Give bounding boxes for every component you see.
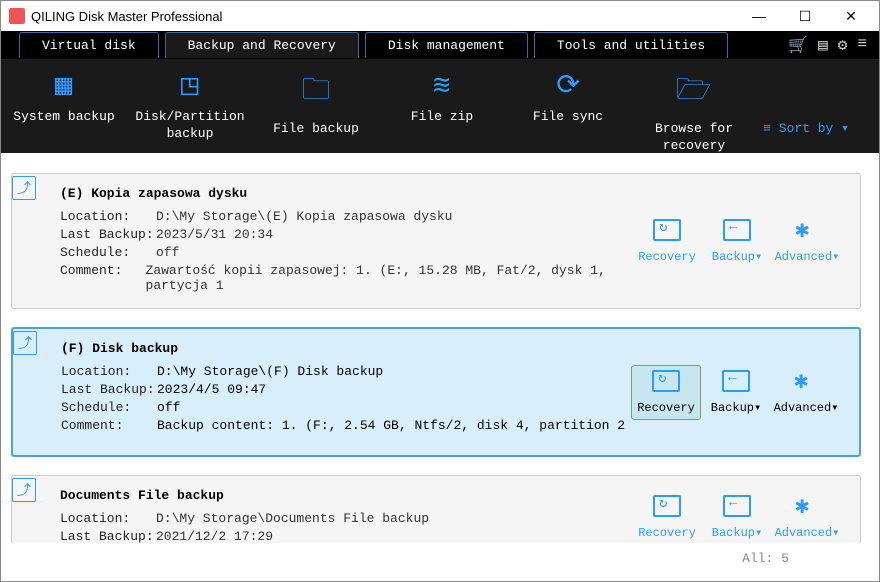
backup-button[interactable]: Backup▾	[702, 219, 772, 264]
advanced-icon	[793, 219, 821, 241]
titlebar: QILING Disk Master Professional — ☐ ✕	[1, 1, 879, 31]
backup-icon	[723, 219, 751, 241]
file-sync-icon: ⟳	[556, 69, 580, 103]
recovery-icon	[653, 219, 681, 241]
recovery-button[interactable]: Recovery	[631, 365, 701, 420]
minimize-button[interactable]: —	[745, 8, 773, 25]
recovery-icon	[653, 495, 681, 517]
toolbar: ▦System backup ◳Disk/Partition backup 🗀F…	[1, 59, 879, 153]
tool-file-zip[interactable]: ≋File zip	[379, 73, 505, 126]
tab-virtual-disk[interactable]: Virtual disk	[19, 32, 159, 58]
gear-icon[interactable]: ⚙	[838, 35, 848, 55]
backup-card[interactable]: ⤴ (F) Disk backup Location:D:\My Storage…	[11, 327, 861, 457]
card-title: Documents File backup	[60, 488, 632, 503]
tool-browse-recovery[interactable]: 🗁Browse for recovery	[631, 73, 757, 155]
status-all-label: All:	[742, 551, 773, 566]
statusbar: All: 5	[1, 543, 879, 573]
backup-list[interactable]: ⤴ (E) Kopia zapasowa dysku Location:D:\M…	[1, 153, 879, 543]
disk-partition-icon: ◳	[181, 69, 198, 103]
advanced-button[interactable]: Advanced▾	[772, 495, 842, 540]
window-controls: — ☐ ✕	[745, 8, 871, 25]
list-icon[interactable]: ▤	[818, 35, 828, 55]
file-backup-icon: 🗀	[302, 67, 331, 116]
maximize-button[interactable]: ☐	[791, 8, 819, 25]
advanced-icon	[792, 370, 820, 392]
tab-tools-utilities[interactable]: Tools and utilities	[534, 32, 728, 58]
tool-system-backup[interactable]: ▦System backup	[1, 73, 127, 126]
close-button[interactable]: ✕	[837, 8, 865, 25]
backup-button[interactable]: Backup▾	[702, 495, 772, 540]
cart-icon[interactable]: 🛒	[788, 35, 808, 55]
advanced-button[interactable]: Advanced▾	[771, 370, 841, 415]
backup-icon	[723, 495, 751, 517]
tool-file-sync[interactable]: ⟳File sync	[505, 73, 631, 126]
card-actions: Recovery Backup▾ Advanced▾	[631, 341, 841, 443]
card-title: (E) Kopia zapasowa dysku	[60, 186, 632, 201]
status-all-count: 5	[781, 551, 789, 566]
tab-backup-recovery[interactable]: Backup and Recovery	[165, 32, 359, 58]
window-title: QILING Disk Master Professional	[31, 9, 222, 24]
menu-icon[interactable]: ≡	[857, 35, 867, 55]
tabbar-right-controls: 🛒 ▤ ⚙ ≡	[788, 35, 879, 55]
main-tabs: Virtual disk Backup and Recovery Disk ma…	[1, 31, 879, 59]
recovery-button[interactable]: Recovery	[632, 219, 702, 264]
tool-file-backup[interactable]: 🗀File backup	[253, 73, 379, 138]
backup-card[interactable]: ⤴ Documents File backup Location:D:\My S…	[11, 475, 861, 543]
advanced-button[interactable]: Advanced▾	[772, 219, 842, 264]
file-zip-icon: ≋	[433, 69, 450, 103]
tool-disk-partition-backup[interactable]: ◳Disk/Partition backup	[127, 73, 253, 143]
card-actions: Recovery Backup▾ Advanced▾	[632, 186, 842, 296]
app-logo-icon	[9, 8, 25, 24]
system-backup-icon: ▦	[55, 69, 72, 103]
tab-disk-management[interactable]: Disk management	[365, 32, 528, 58]
recovery-icon	[652, 370, 680, 392]
recovery-button[interactable]: Recovery	[632, 495, 702, 540]
backup-card[interactable]: ⤴ (E) Kopia zapasowa dysku Location:D:\M…	[11, 173, 861, 309]
advanced-icon	[793, 495, 821, 517]
card-title: (F) Disk backup	[61, 341, 631, 356]
card-actions: Recovery Backup▾ Advanced▾	[632, 488, 842, 543]
sort-by-dropdown[interactable]: Sort by ▾	[763, 121, 849, 136]
backup-icon	[722, 370, 750, 392]
backup-button[interactable]: Backup▾	[701, 370, 771, 415]
browse-recovery-icon: 🗁	[676, 67, 711, 116]
